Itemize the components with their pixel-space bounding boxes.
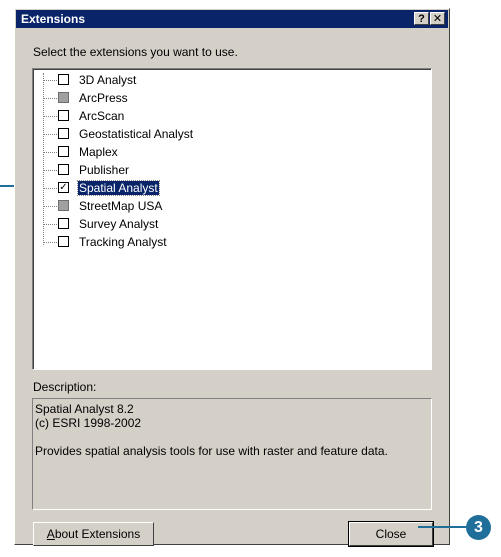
- description-line: Provides spatial analysis tools for use …: [35, 444, 388, 458]
- title-bar: Extensions ? ✕: [16, 10, 448, 28]
- extension-label: Spatial Analyst: [77, 180, 160, 196]
- extension-label: 3D Analyst: [79, 73, 137, 87]
- extension-checkbox[interactable]: [58, 164, 69, 175]
- extension-item[interactable]: Tracking Analyst: [33, 233, 413, 251]
- tree-connector: [43, 242, 57, 243]
- callout-line-close: [418, 526, 466, 528]
- close-icon[interactable]: ✕: [430, 12, 445, 25]
- extension-label: Tracking Analyst: [79, 235, 167, 249]
- extension-checkbox[interactable]: [58, 236, 69, 247]
- extension-checkbox[interactable]: [58, 74, 69, 85]
- extension-item[interactable]: Geostatistical Analyst: [33, 125, 413, 143]
- extension-item[interactable]: Survey Analyst: [33, 215, 413, 233]
- description-label: Description:: [33, 380, 97, 394]
- tree-connector: [43, 188, 57, 189]
- description-box: Spatial Analyst 8.2 (c) ESRI 1998-2002 P…: [32, 398, 432, 510]
- tree-connector: [43, 134, 57, 135]
- extension-item[interactable]: StreetMap USA: [33, 197, 413, 215]
- tree-connector: [43, 152, 57, 153]
- extensions-list[interactable]: 3D Analyst ArcPress ArcScan Geostatistical …: [32, 68, 432, 370]
- about-extensions-button[interactable]: About Extensions: [33, 522, 154, 546]
- extension-item[interactable]: Publisher: [33, 161, 413, 179]
- extension-checkbox[interactable]: [58, 146, 69, 157]
- description-line: Spatial Analyst 8.2: [35, 402, 134, 416]
- extension-checkbox[interactable]: [58, 128, 69, 139]
- tree-connector: [43, 224, 57, 225]
- extension-checkbox[interactable]: ✓: [58, 182, 69, 193]
- extension-item[interactable]: ArcScan: [33, 107, 413, 125]
- extension-item[interactable]: ArcPress: [33, 89, 413, 107]
- extension-label: ArcScan: [79, 109, 125, 123]
- extension-label: Geostatistical Analyst: [79, 127, 194, 141]
- extension-checkbox[interactable]: [58, 218, 69, 229]
- extension-item[interactable]: 3D Analyst: [33, 71, 413, 89]
- extension-item[interactable]: ✓ Spatial Analyst: [33, 179, 413, 197]
- description-line: (c) ESRI 1998-2002: [35, 416, 142, 430]
- extension-label: Publisher: [79, 163, 130, 177]
- about-mnemonic: A: [46, 527, 55, 541]
- help-button[interactable]: ?: [414, 12, 429, 25]
- extension-item[interactable]: Maplex: [33, 143, 413, 161]
- extension-label: ArcPress: [79, 91, 128, 105]
- tree-connector: [43, 206, 57, 207]
- extensions-dialog: Extensions ? ✕ Select the extensions you…: [14, 8, 450, 547]
- tree-connector: [43, 116, 57, 117]
- tree-connector: [43, 170, 57, 171]
- window-title: Extensions: [21, 12, 86, 26]
- extension-checkbox[interactable]: [58, 200, 69, 211]
- extension-checkbox[interactable]: [58, 110, 69, 121]
- instruction-text: Select the extensions you want to use.: [33, 45, 238, 59]
- extension-label: Survey Analyst: [79, 217, 159, 231]
- step-callout-badge: 3: [466, 515, 491, 540]
- extension-label: StreetMap USA: [79, 199, 163, 213]
- tree-connector: [43, 80, 57, 81]
- about-label: bout Extensions: [54, 527, 141, 541]
- tree-connector: [43, 98, 57, 99]
- extension-checkbox[interactable]: [58, 92, 69, 103]
- extension-label: Maplex: [79, 145, 118, 159]
